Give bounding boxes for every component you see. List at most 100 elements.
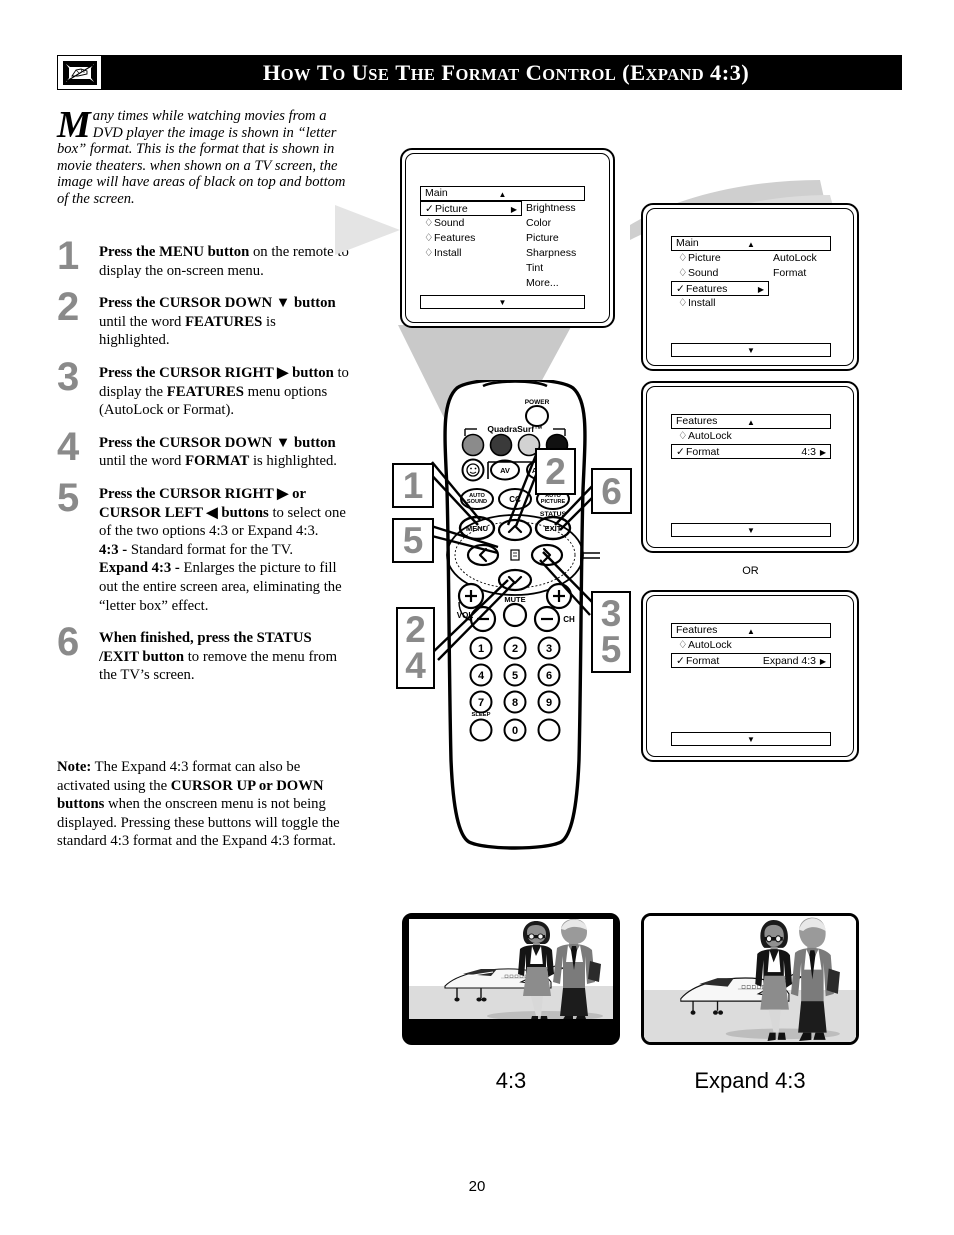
osd-title-main2: Main ▲: [671, 236, 831, 251]
osd-item-format[interactable]: ✓Format 4:3 ▶: [671, 444, 831, 459]
svg-text:AV: AV: [500, 466, 510, 475]
callout-step-3-5: 3 5: [591, 591, 631, 673]
scroll-down-icon: ▼: [498, 297, 507, 307]
osd-item-label: AutoLock: [688, 639, 732, 651]
svg-text:9: 9: [546, 697, 552, 709]
intro-paragraph: Many times while watching movies from a …: [57, 104, 349, 208]
svg-text:MUTE: MUTE: [504, 595, 525, 604]
svg-text:6: 6: [546, 670, 552, 682]
scroll-up-icon[interactable]: ▲: [672, 415, 830, 430]
svg-text:PICTURE: PICTURE: [541, 499, 566, 505]
caption-43: 4:3: [495, 1068, 527, 1093]
scroll-up-icon[interactable]: ▲: [672, 237, 830, 252]
svg-text:7: 7: [478, 697, 484, 709]
chevron-right-icon: ▶: [757, 285, 764, 294]
step-number: 5: [57, 475, 80, 520]
svg-text:CC: CC: [509, 495, 521, 504]
osd-sub-autolock[interactable]: AutoLock: [773, 251, 817, 266]
callout-number: 1: [402, 465, 424, 506]
osd-item-label: Sound: [434, 217, 465, 229]
svg-text:5: 5: [512, 670, 518, 682]
step-number: 3: [57, 354, 80, 399]
osd-sub-brightness[interactable]: Brightness: [526, 201, 576, 216]
diamond-icon: ♢: [424, 217, 434, 229]
osd-title-features2: Features ▲: [671, 623, 831, 638]
diamond-icon: ♢: [424, 232, 434, 244]
diamond-icon: ♢: [678, 252, 688, 264]
osd-item-autolock[interactable]: ♢AutoLock: [674, 429, 829, 444]
osd-sub-sharpness[interactable]: Sharpness: [526, 246, 576, 261]
osd-item-label: Picture: [435, 203, 468, 215]
chevron-right-icon: ▶: [819, 657, 826, 666]
scroll-down-bar[interactable]: ▼: [420, 295, 585, 309]
scroll-down-bar[interactable]: ▼: [671, 732, 831, 746]
osd-item-features[interactable]: ✓Features ▶: [671, 281, 769, 296]
osd-item-label: Sound: [688, 267, 719, 279]
step-item-1: 1 Press the MENU button on the remote to …: [57, 236, 349, 280]
step-number: 2: [57, 285, 80, 330]
osd-item-install[interactable]: ♢Install: [420, 246, 522, 261]
callout-step-2-4: 2 4: [396, 607, 435, 689]
svg-text:POWER: POWER: [525, 399, 550, 406]
scroll-up-icon[interactable]: ▲: [672, 624, 830, 639]
osd-item-format[interactable]: ✓Format Expand 4:3 ▶: [671, 653, 831, 668]
intro-text: any times while watching movies from a D…: [57, 108, 346, 207]
osd-item-autolock[interactable]: ♢AutoLock: [674, 638, 829, 653]
scroll-down-icon: ▼: [747, 345, 755, 355]
osd-item-label: Features: [686, 283, 728, 295]
svg-text:2: 2: [512, 643, 518, 655]
callout-number: 6: [601, 470, 622, 512]
osd-features-format-43-menu: Features ▲ ♢AutoLock ✓Format 4:3 ▶ ▼: [641, 381, 859, 553]
step-item-2: 2 Press the CURSOR DOWN ▼ button until th…: [57, 287, 349, 350]
osd-item-sound[interactable]: ♢Sound: [674, 266, 774, 281]
note-paragraph: Note: The Expand 4:3 format can also be …: [57, 759, 340, 850]
check-icon: ✓: [425, 203, 434, 215]
callout-step-6: 6: [591, 468, 632, 514]
osd-sub-more[interactable]: More...: [526, 276, 559, 291]
page-number: 20: [468, 1178, 486, 1195]
scroll-down-icon: ▼: [747, 525, 755, 535]
caption-expand-43: Expand 4:3: [694, 1068, 806, 1093]
osd-item-label: Features: [434, 232, 476, 244]
diamond-icon: ♢: [678, 297, 688, 309]
osd-item-sound[interactable]: ♢Sound: [420, 216, 522, 231]
tv-picture-expand-43: [641, 913, 859, 1045]
osd-title-main1: Main ▲: [420, 186, 585, 201]
osd-item-label: Picture: [688, 252, 721, 264]
callout-number: 3: [600, 593, 622, 634]
step-text: Press the CURSOR DOWN ▼ button until the…: [99, 295, 336, 349]
osd-sub-format[interactable]: Format: [773, 266, 806, 281]
osd-main-picture-menu: Main ▲ ✓Picture ▶ ♢Sound ♢Features ♢Inst…: [400, 148, 615, 328]
page-title: HOW TO USE THE FORMAT CONTROL (EXPAND 4:…: [262, 59, 750, 85]
callout-number: 2: [545, 451, 566, 492]
callout-step-5: 5: [392, 518, 434, 563]
scroll-down-bar[interactable]: ▼: [671, 523, 831, 537]
osd-item-value: Expand 4:3: [762, 655, 816, 667]
scroll-down-bar[interactable]: ▼: [671, 343, 831, 357]
osd-item-features[interactable]: ♢Features: [420, 231, 522, 246]
chevron-right-icon: ▶: [819, 448, 826, 457]
manual-page: HOW TO USE THE FORMAT CONTROL (EXPAND 4:…: [0, 0, 954, 1235]
osd-sub-color[interactable]: Color: [526, 216, 551, 231]
osd-sub-tint[interactable]: Tint: [526, 261, 543, 276]
check-icon: ✓: [676, 283, 685, 295]
osd-sub-picture[interactable]: Picture: [526, 231, 559, 246]
callout-number: 5: [600, 629, 622, 670]
callout-number: 2: [405, 609, 426, 650]
svg-text:4: 4: [478, 670, 485, 682]
scroll-up-icon[interactable]: ▲: [421, 187, 584, 202]
svg-text:SOUND: SOUND: [467, 499, 487, 505]
step-item-5: 5 Press the CURSOR RIGHT ▶ or CURSOR LEFT…: [57, 478, 349, 615]
osd-item-value: 4:3: [801, 446, 816, 458]
callout-step-2: 2: [535, 448, 576, 495]
osd-item-picture[interactable]: ♢Picture: [674, 251, 774, 266]
osd-item-picture[interactable]: ✓Picture ▶: [420, 201, 522, 216]
svg-text:1: 1: [478, 643, 484, 655]
callout-step-1: 1: [392, 463, 434, 508]
tv-hand-icon: [57, 55, 102, 90]
step-number: 4: [57, 424, 80, 469]
osd-item-install[interactable]: ♢Install: [674, 296, 774, 311]
step-number: 6: [57, 620, 80, 665]
intro-dropcap: M: [57, 104, 91, 146]
svg-text:3: 3: [546, 643, 552, 655]
